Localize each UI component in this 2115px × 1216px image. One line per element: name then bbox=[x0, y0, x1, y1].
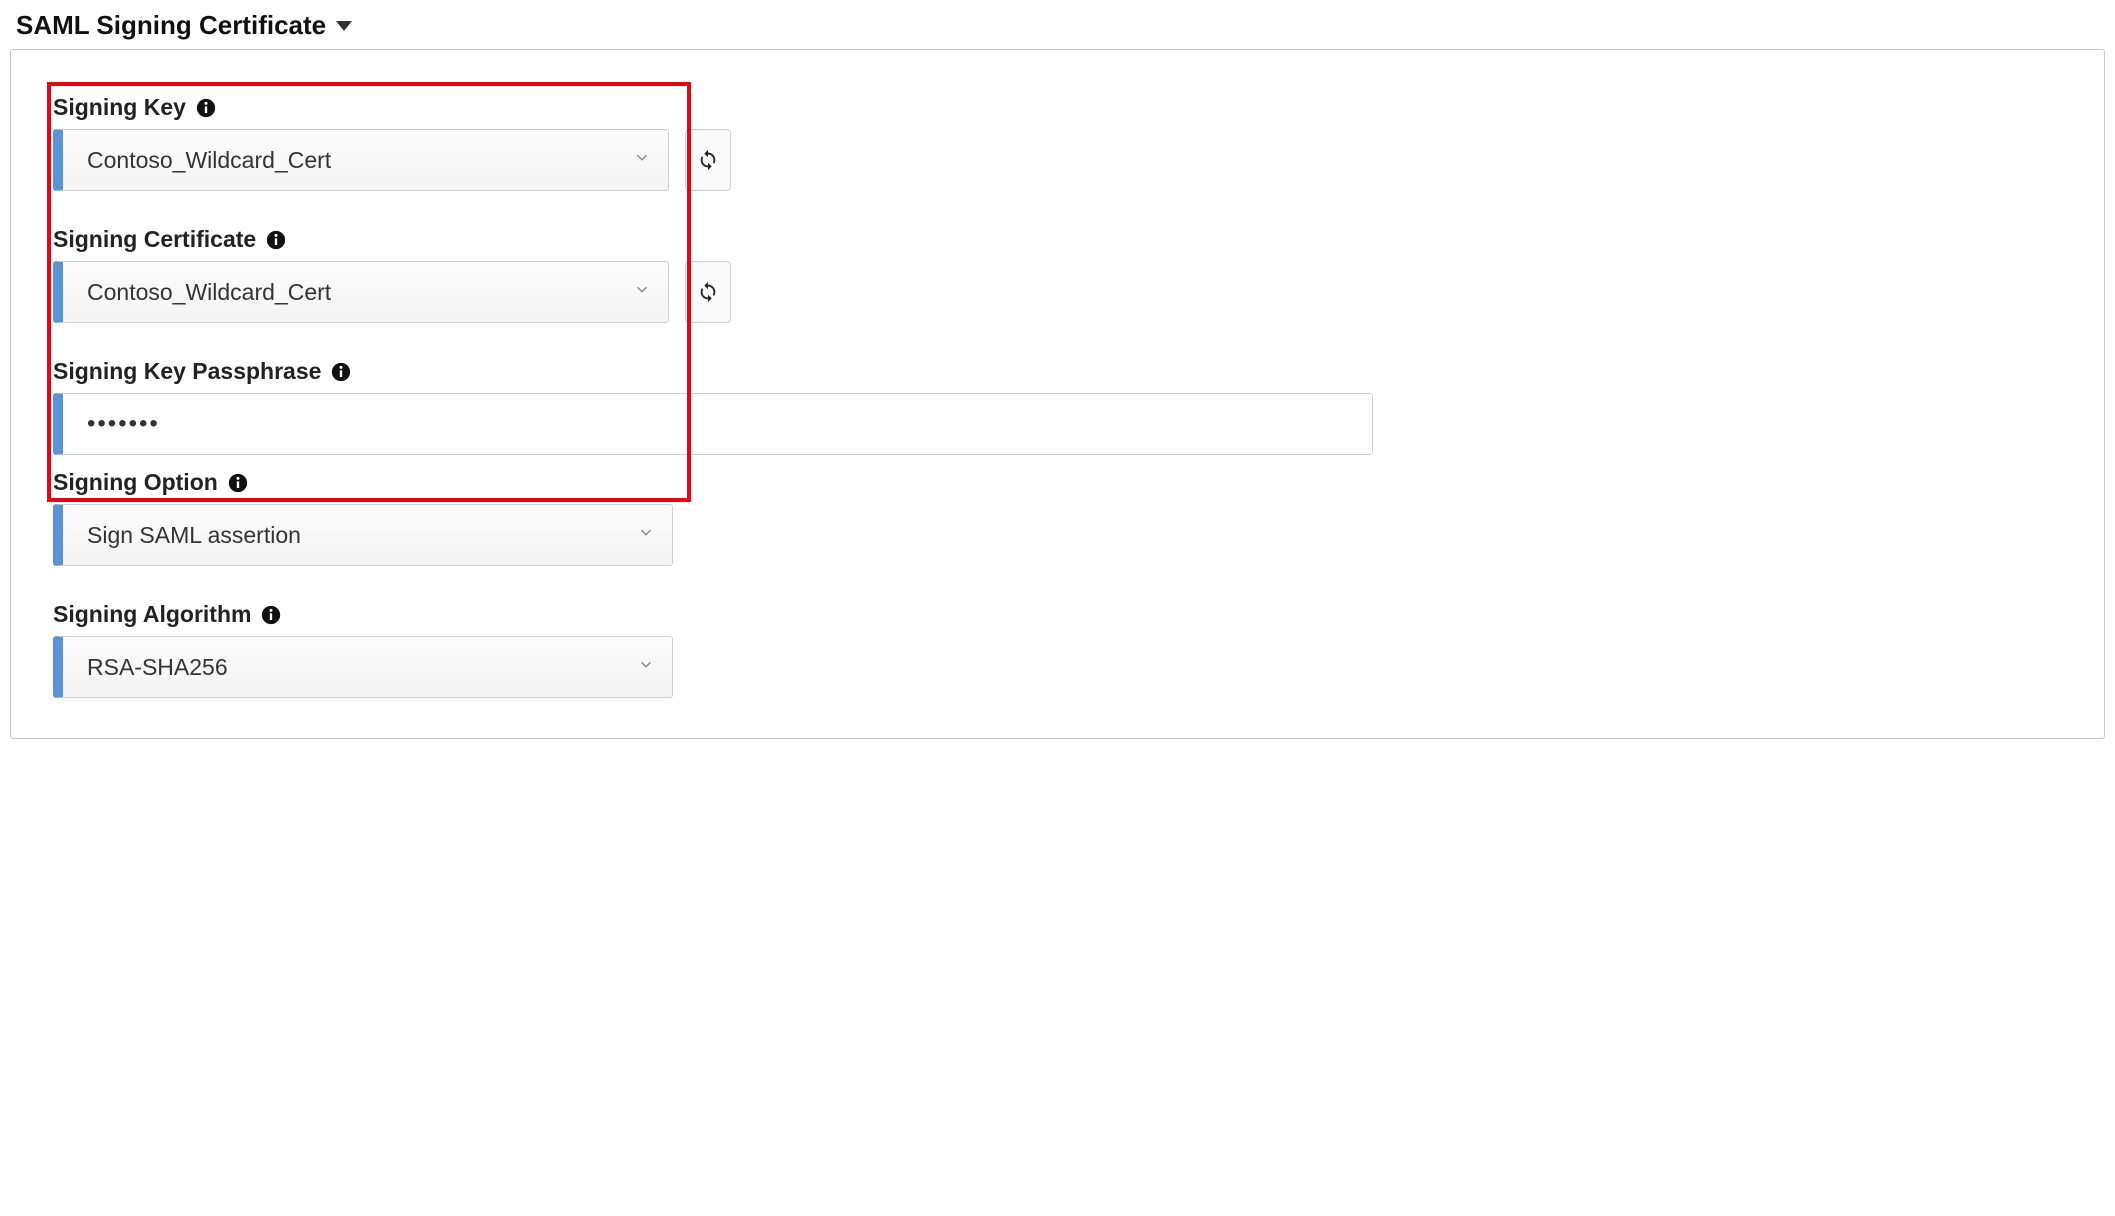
label-signing-key-passphrase-text: Signing Key Passphrase bbox=[53, 358, 321, 385]
chevron-down-icon bbox=[633, 149, 651, 172]
form-group-signing-option: Signing Option Sign SAML assertion bbox=[53, 469, 2062, 566]
info-icon[interactable] bbox=[196, 98, 216, 118]
form-group-signing-algorithm: Signing Algorithm RSA-SHA256 bbox=[53, 601, 2062, 698]
panel-saml-signing-certificate: Signing Key Contoso_Wildcard_Cert bbox=[10, 49, 2105, 739]
section-title: SAML Signing Certificate bbox=[16, 10, 326, 41]
form-group-signing-key: Signing Key Contoso_Wildcard_Cert bbox=[53, 94, 2062, 191]
label-signing-key: Signing Key bbox=[53, 94, 2062, 121]
label-signing-certificate: Signing Certificate bbox=[53, 226, 2062, 253]
info-icon[interactable] bbox=[228, 473, 248, 493]
info-icon[interactable] bbox=[261, 605, 281, 625]
label-signing-algorithm: Signing Algorithm bbox=[53, 601, 2062, 628]
select-signing-key[interactable]: Contoso_Wildcard_Cert bbox=[53, 129, 669, 191]
chevron-down-icon bbox=[633, 281, 651, 304]
label-signing-option-text: Signing Option bbox=[53, 469, 218, 496]
label-signing-key-text: Signing Key bbox=[53, 94, 186, 121]
label-signing-key-passphrase: Signing Key Passphrase bbox=[53, 358, 2062, 385]
select-signing-certificate-value: Contoso_Wildcard_Cert bbox=[87, 279, 331, 306]
section-header[interactable]: SAML Signing Certificate bbox=[10, 10, 2105, 41]
refresh-icon bbox=[697, 281, 719, 303]
select-signing-algorithm[interactable]: RSA-SHA256 bbox=[53, 636, 673, 698]
select-signing-option-value: Sign SAML assertion bbox=[87, 522, 301, 549]
select-signing-certificate[interactable]: Contoso_Wildcard_Cert bbox=[53, 261, 669, 323]
caret-down-icon bbox=[336, 21, 352, 31]
select-signing-option[interactable]: Sign SAML assertion bbox=[53, 504, 673, 566]
chevron-down-icon bbox=[637, 524, 655, 547]
select-signing-algorithm-value: RSA-SHA256 bbox=[87, 654, 228, 681]
form-group-signing-key-passphrase: Signing Key Passphrase bbox=[53, 358, 2062, 455]
label-signing-certificate-text: Signing Certificate bbox=[53, 226, 256, 253]
refresh-icon bbox=[697, 149, 719, 171]
refresh-signing-key-button[interactable] bbox=[685, 129, 731, 191]
info-icon[interactable] bbox=[331, 362, 351, 382]
refresh-signing-certificate-button[interactable] bbox=[685, 261, 731, 323]
form-group-signing-certificate: Signing Certificate Contoso_Wildcard_Cer… bbox=[53, 226, 2062, 323]
select-signing-key-value: Contoso_Wildcard_Cert bbox=[87, 147, 331, 174]
info-icon[interactable] bbox=[266, 230, 286, 250]
label-signing-option: Signing Option bbox=[53, 469, 2062, 496]
label-signing-algorithm-text: Signing Algorithm bbox=[53, 601, 251, 628]
chevron-down-icon bbox=[637, 656, 655, 679]
input-signing-key-passphrase[interactable] bbox=[53, 393, 1373, 455]
